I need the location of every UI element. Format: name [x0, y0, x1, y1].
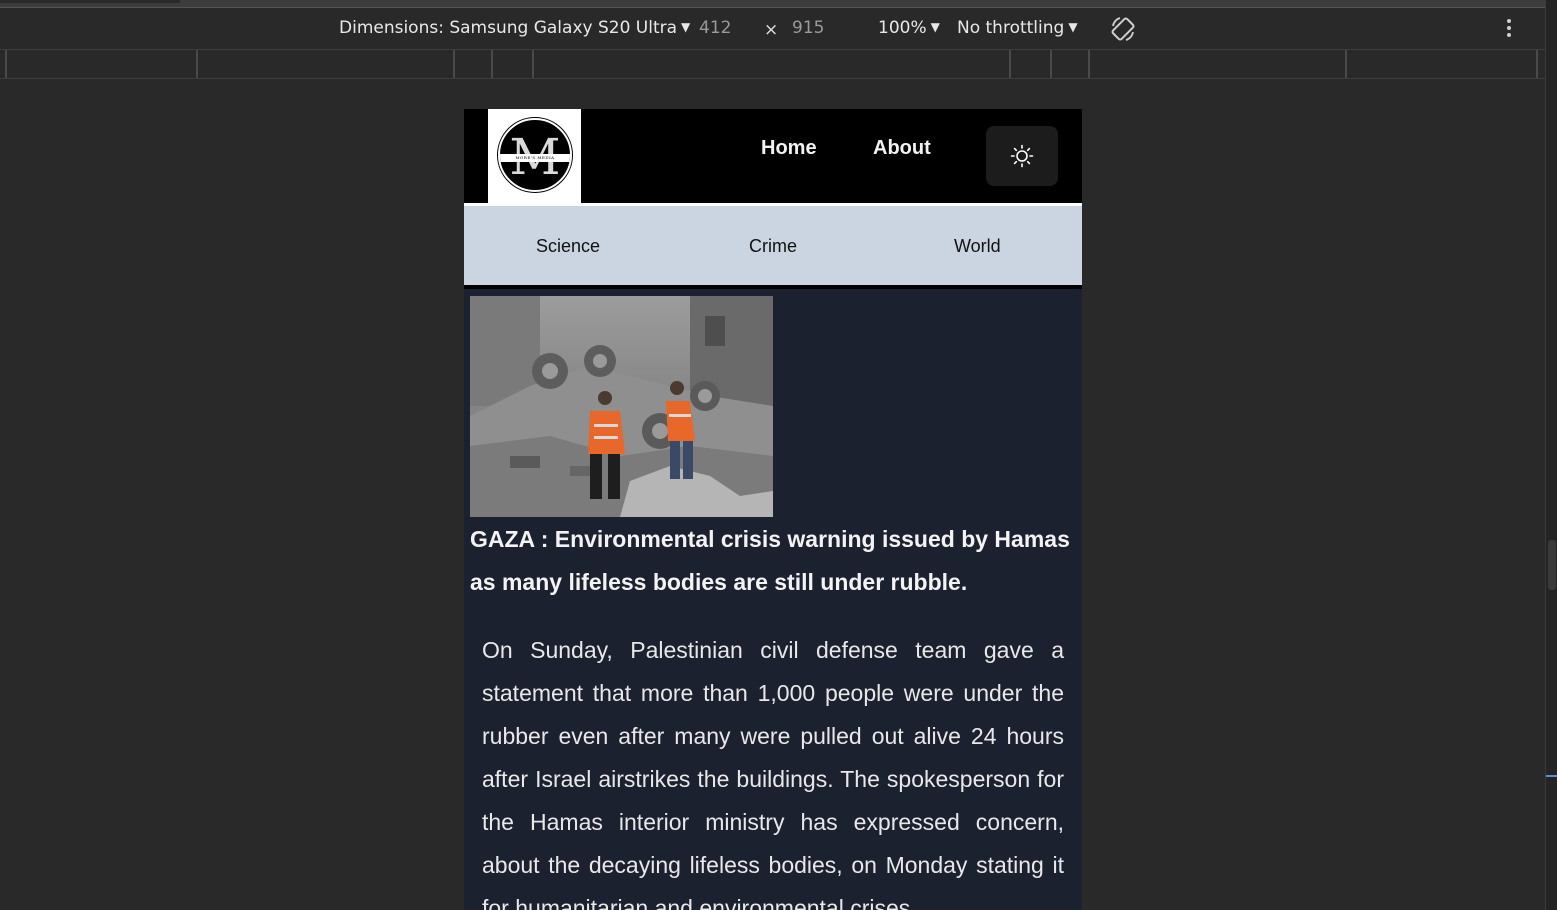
zoom-select[interactable]: 100% ▼ — [878, 18, 940, 38]
scrollbar[interactable] — [1548, 540, 1556, 590]
device-select[interactable]: Dimensions: Samsung Galaxy S20 Ultra ▼ — [339, 18, 690, 38]
article-headline: GAZA : Environmental crisis warning issu… — [470, 526, 1070, 595]
site-logo[interactable]: M MORE'S MEDIA — [488, 109, 581, 203]
nav-about-link[interactable]: About — [873, 137, 931, 160]
device-viewport: M MORE'S MEDIA Home About Science Crime … — [464, 109, 1082, 910]
devtools-top-strip — [0, 0, 1557, 8]
width-input[interactable]: 412 — [699, 18, 731, 38]
logo-circle: M MORE'S MEDIA — [498, 118, 572, 192]
more-vert-icon[interactable] — [1502, 15, 1516, 41]
height-input[interactable]: 915 — [792, 18, 824, 38]
panel-divider — [1546, 775, 1557, 777]
logo-text: MORE'S MEDIA — [515, 155, 555, 160]
dropdown-caret-icon: ▼ — [1068, 20, 1078, 34]
media-query-ruler[interactable] — [0, 49, 1545, 79]
category-bar: Science Crime World — [464, 203, 1082, 289]
category-world[interactable]: World — [954, 236, 1001, 257]
rotate-icon[interactable] — [1108, 14, 1138, 44]
device-label: Dimensions: Samsung Galaxy S20 Ultra — [339, 18, 678, 38]
dimension-separator: × — [764, 20, 779, 40]
site-header: M MORE'S MEDIA Home About — [464, 109, 1082, 203]
dropdown-caret-icon: ▼ — [930, 20, 940, 34]
nav-home-link[interactable]: Home — [761, 137, 817, 160]
throttling-select[interactable]: No throttling ▼ — [957, 18, 1078, 38]
article-image — [470, 296, 773, 517]
theme-toggle-button[interactable] — [986, 126, 1058, 186]
category-crime[interactable]: Crime — [749, 236, 797, 257]
category-science[interactable]: Science — [536, 236, 600, 257]
device-toolbar: Dimensions: Samsung Galaxy S20 Ultra ▼ 41… — [0, 9, 1545, 49]
dropdown-caret-icon: ▼ — [681, 20, 691, 34]
devtools-side-panel — [1545, 0, 1557, 910]
zoom-label: 100% — [878, 18, 927, 38]
throttling-label: No throttling — [957, 18, 1065, 38]
sun-icon — [1010, 144, 1034, 168]
article-body: On Sunday, Palestinian civil defense tea… — [482, 637, 1064, 910]
